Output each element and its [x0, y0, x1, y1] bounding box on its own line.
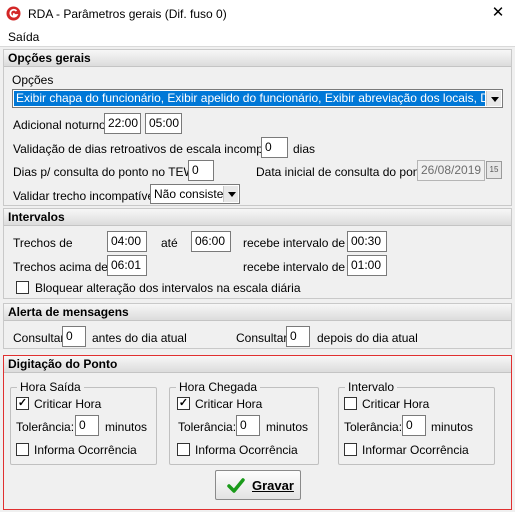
- trechos-de-input[interactable]: 04:00: [107, 231, 147, 252]
- hora-saida-criticar-label: Criticar Hora: [34, 397, 102, 411]
- intervalo-group: Intervalo Criticar Hora Tolerância: 0 mi…: [338, 380, 495, 465]
- chevron-down-icon[interactable]: [486, 91, 501, 106]
- intervalos-panel: Intervalos Trechos de 04:00 até 06:00 re…: [3, 208, 512, 299]
- validar-trecho-value: Não consiste: [154, 187, 224, 201]
- hora-chegada-ocorrencia-checkbox[interactable]: [177, 443, 190, 456]
- menu-item-saida[interactable]: Saída: [8, 30, 39, 44]
- close-icon[interactable]: ✕: [484, 2, 512, 24]
- hora-saida-tolerancia-input[interactable]: 0: [75, 415, 99, 436]
- menu-bar: Saída: [0, 28, 515, 46]
- intervalo-criticar-checkbox[interactable]: [344, 397, 357, 410]
- opcoes-gerais-header: Opções gerais: [4, 50, 511, 67]
- validar-trecho-label: Validar trecho incompatível:: [13, 189, 161, 203]
- dias-consulta-label: Dias p/ consulta do ponto no TEW:: [13, 165, 198, 179]
- consultar-depois-label: Consultar: [236, 331, 288, 345]
- main-area: Opções gerais Opções Exibir chapa do fun…: [0, 46, 515, 512]
- recebe-intervalo-2-input[interactable]: 01:00: [347, 255, 387, 276]
- intervalo-criticar-label: Criticar Hora: [362, 397, 430, 411]
- window-title: RDA - Parâmetros gerais (Dif. fuso 0): [28, 7, 227, 21]
- hora-saida-ocorrencia-label: Informa Ocorrência: [34, 443, 137, 457]
- depois-dia-label: depois do dia atual: [317, 331, 418, 345]
- trechos-acima-input[interactable]: 06:01: [107, 255, 147, 276]
- hora-chegada-tolerancia-input[interactable]: 0: [236, 415, 260, 436]
- gravar-button[interactable]: Gravar: [215, 470, 301, 500]
- adicional-fim-input[interactable]: 05:00: [145, 113, 182, 134]
- opcoes-label: Opções: [12, 73, 54, 87]
- app-logo-icon: [6, 6, 21, 21]
- opcoes-select[interactable]: Exibir chapa do funcionário, Exibir apel…: [12, 89, 503, 108]
- hora-chegada-group: Hora Chegada ✓ Criticar Hora Tolerância:…: [169, 380, 319, 465]
- trechos-de-label: Trechos de: [13, 236, 73, 250]
- intervalos-header: Intervalos: [4, 209, 511, 226]
- intervalo-ocorrencia-label: Informar Ocorrência: [362, 443, 469, 457]
- hora-saida-tolerancia-label: Tolerância:: [16, 420, 75, 434]
- intervalo-tolerancia-input[interactable]: 0: [402, 415, 426, 436]
- validar-trecho-select[interactable]: Não consiste: [150, 184, 240, 204]
- opcoes-gerais-panel: Opções gerais Opções Exibir chapa do fun…: [3, 49, 512, 206]
- hora-chegada-ocorrencia-label: Informa Ocorrência: [195, 443, 298, 457]
- ate-label: até: [161, 236, 178, 250]
- hora-saida-criticar-checkbox[interactable]: ✓: [16, 397, 29, 410]
- intervalo-minutos-label: minutos: [431, 420, 474, 434]
- data-inicial-input[interactable]: 26/08/2019: [417, 160, 485, 181]
- consultar-depois-input[interactable]: 0: [286, 326, 310, 347]
- adicional-inicio-input[interactable]: 22:00: [104, 113, 141, 134]
- hora-saida-title: Hora Saída: [17, 380, 84, 394]
- chevron-down-icon[interactable]: [223, 186, 238, 202]
- digitacao-panel: Digitação do Ponto Hora Saída ✓ Criticar…: [3, 355, 512, 510]
- intervalo-tolerancia-label: Tolerância:: [344, 420, 403, 434]
- digitacao-header: Digitação do Ponto: [4, 356, 511, 373]
- alerta-header: Alerta de mensagens: [4, 304, 511, 321]
- hora-chegada-title: Hora Chegada: [176, 380, 261, 394]
- calendar-day-text: 15: [489, 165, 499, 174]
- bloquear-label: Bloquear alteração dos intervalos na esc…: [35, 281, 301, 295]
- validacao-label: Validação de dias retroativos de escala …: [13, 142, 286, 156]
- trechos-acima-label: Trechos acima de: [13, 260, 108, 274]
- opcoes-selected-text: Exibir chapa do funcionário, Exibir apel…: [14, 91, 485, 106]
- recebe-intervalo-2-label: recebe intervalo de: [243, 260, 346, 274]
- checkmark-icon: ✓: [178, 397, 189, 409]
- validacao-input[interactable]: 0: [261, 137, 288, 158]
- gravar-label: Gravar: [252, 478, 294, 493]
- consultar-antes-label: Consultar: [13, 331, 65, 345]
- validacao-unit: dias: [293, 142, 316, 156]
- hora-saida-ocorrencia-checkbox[interactable]: [16, 443, 29, 456]
- calendar-icon[interactable]: 15: [486, 161, 502, 179]
- hora-saida-minutos-label: minutos: [105, 420, 148, 434]
- hora-saida-group: Hora Saída ✓ Criticar Hora Tolerância: 0…: [10, 380, 157, 465]
- checkmark-icon: ✓: [17, 397, 28, 409]
- ate-input[interactable]: 06:00: [191, 231, 231, 252]
- bloquear-checkbox[interactable]: [16, 281, 29, 294]
- recebe-intervalo-1-input[interactable]: 00:30: [347, 231, 387, 252]
- dias-consulta-input[interactable]: 0: [188, 160, 214, 181]
- consultar-antes-input[interactable]: 0: [62, 326, 86, 347]
- hora-chegada-minutos-label: minutos: [266, 420, 309, 434]
- intervalo-title: Intervalo: [345, 380, 398, 394]
- title-bar: RDA - Parâmetros gerais (Dif. fuso 0) ✕: [0, 0, 515, 28]
- alerta-panel: Alerta de mensagens Consultar 0 antes do…: [3, 303, 512, 349]
- intervalo-ocorrencia-checkbox[interactable]: [344, 443, 357, 456]
- hora-chegada-criticar-label: Criticar Hora: [195, 397, 263, 411]
- recebe-intervalo-1-label: recebe intervalo de: [243, 236, 346, 250]
- hora-chegada-criticar-checkbox[interactable]: ✓: [177, 397, 190, 410]
- antes-dia-label: antes do dia atual: [92, 331, 187, 345]
- hora-chegada-tolerancia-label: Tolerância:: [178, 420, 237, 434]
- adicional-noturno-label: Adicional noturno: [13, 118, 106, 132]
- checkmark-icon: [227, 478, 245, 493]
- data-inicial-label: Data inicial de consulta do ponto:: [256, 165, 433, 179]
